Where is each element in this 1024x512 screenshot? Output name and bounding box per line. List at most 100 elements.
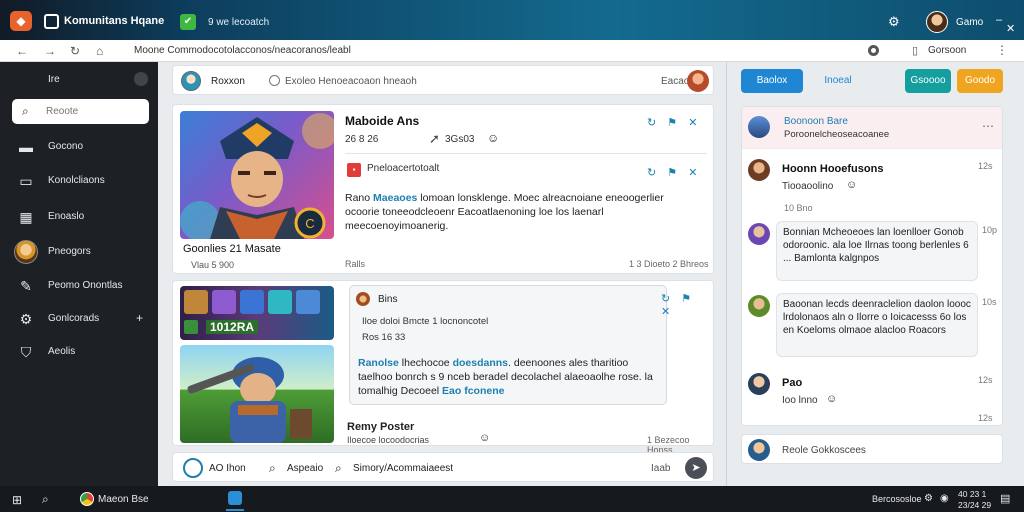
composer-side-label[interactable]: Eacao: [661, 76, 689, 87]
sidebar-item-label: Aeolis: [48, 346, 76, 357]
forward-icon[interactable]: →: [44, 44, 56, 58]
chat-header[interactable]: Boonoon Bare Poroonelcheoseacoanee ⋯: [742, 107, 1002, 149]
quote-meta: Ros 16 33: [362, 332, 406, 343]
post-actions[interactable]: ↻ ⚑ ✕: [647, 116, 701, 129]
composer-label: Roxxon: [211, 76, 245, 87]
game-scene-art[interactable]: [180, 345, 334, 443]
message-time: 12s: [978, 375, 993, 385]
reload-icon[interactable]: ↻: [70, 44, 80, 58]
chat-title: Boonoon Bare: [784, 116, 848, 127]
app-window: ◆ Komunitans Hqane ✔ 9 we lecoatch ⚙ Gam…: [0, 0, 1024, 512]
post-footer[interactable]: Ralls: [345, 259, 365, 269]
user-avatar[interactable]: [926, 11, 948, 33]
badge-icon: ▪: [347, 163, 361, 177]
avatar: [356, 292, 370, 306]
chat-bubble[interactable]: Baoonan lecds deenraclelion daolon loooc…: [776, 293, 978, 357]
emoji-icon: ☺: [826, 393, 838, 405]
home-icon[interactable]: ⌂: [96, 44, 103, 58]
radio-icon[interactable]: [269, 75, 280, 86]
grid-icon: ▦: [19, 209, 33, 225]
app-title: Komunitans Hqane: [64, 15, 165, 27]
art-caption-sub: Vlau 5 900: [191, 260, 235, 270]
sidebar-item-label: Peomo Onontlas: [48, 280, 123, 291]
sidebar-item-home[interactable]: ▬ Gocono: [0, 134, 158, 160]
link-button[interactable]: Inoeal: [813, 69, 863, 93]
user-name[interactable]: Gamo: [956, 17, 983, 28]
sidebar-item-profile[interactable]: Pneogors: [0, 239, 158, 265]
taskbar-app-icon[interactable]: [228, 491, 242, 505]
message-subtitle: Ioo lnno: [782, 395, 818, 406]
avatar[interactable]: [748, 223, 770, 245]
action-label[interactable]: AO Ihon: [209, 463, 246, 474]
sidebar-item-label: Enoaslo: [48, 211, 85, 222]
clock-time[interactable]: 40 23 1: [958, 489, 986, 499]
post-subtitle: Pneloacertotoalt: [367, 163, 440, 174]
emoji-icon[interactable]: ☺: [479, 432, 490, 444]
more-icon[interactable]: ⋯: [982, 119, 994, 133]
post-actions[interactable]: ↻ ⚑ ✕: [647, 166, 701, 179]
taskbar: ⊞ ⌕ Maeon Bse Bercososloe ⚙ ◉ 40 23 1 23…: [0, 486, 1024, 512]
post-actions[interactable]: ↻ ⚑ ✕: [661, 292, 713, 318]
collapse-button[interactable]: [134, 72, 148, 86]
sidebar-item-settings[interactable]: ⚙ Gonlcorads +: [0, 306, 158, 332]
url-field[interactable]: Moone Commodocotolacconos/neacoranos/lea…: [134, 45, 351, 56]
system-tray[interactable]: Bercososloe: [872, 494, 922, 504]
primary-button[interactable]: Baolox: [741, 69, 803, 93]
search-icon[interactable]: ⌕: [335, 461, 342, 476]
avatar[interactable]: [748, 373, 770, 395]
menu-icon[interactable]: ⋮: [996, 43, 1008, 57]
teal-button[interactable]: Gsoooo: [905, 69, 951, 93]
search-icon[interactable]: ⌕: [269, 461, 276, 476]
lock-icon[interactable]: ▯: [912, 44, 918, 57]
search-icon[interactable]: ⌕: [42, 492, 49, 507]
tab-favicon-icon[interactable]: ✔: [180, 14, 196, 30]
sidebar-item-grid[interactable]: ▦ Enoaslo: [0, 204, 158, 230]
clock-date[interactable]: 23/24 29: [958, 500, 991, 510]
chat-input[interactable]: Reole Gokkoscees: [741, 434, 1003, 464]
avatar[interactable]: [748, 295, 770, 317]
action-label[interactable]: Simory/Acommaiaeest: [353, 463, 453, 474]
add-icon[interactable]: +: [136, 311, 143, 325]
sidebar-item-shield[interactable]: ⛉ Aeolis: [0, 339, 158, 365]
chrome-icon[interactable]: [80, 492, 94, 506]
close-icon[interactable]: ✕: [1006, 22, 1015, 35]
search-input[interactable]: [12, 99, 149, 124]
minimize-icon[interactable]: –: [996, 14, 1002, 26]
sidebar-item-chat[interactable]: ▭ Konolcliaons: [0, 168, 158, 194]
chat-input-placeholder[interactable]: Reole Gokkoscees: [782, 445, 866, 456]
sidebar-item-label: Pneogors: [48, 246, 91, 257]
settings-icon[interactable]: ⚙: [888, 14, 900, 30]
send-button[interactable]: ➤: [685, 457, 707, 479]
avatar[interactable]: [748, 159, 770, 181]
game-banner[interactable]: 1012RA: [180, 286, 334, 340]
address-search[interactable]: Gorsoon: [928, 45, 966, 56]
action-label[interactable]: Iaab: [651, 463, 670, 474]
post-card: 1012RA Bins Iloe doloi Bmcte 1 locnoncot…: [172, 280, 714, 455]
sidebar-item-pins[interactable]: ✎ Peomo Onontlas: [0, 273, 158, 299]
share-icon[interactable]: ➚: [429, 131, 440, 147]
chat-bubble[interactable]: Bonnian Mcheoeoes lan loenlloer Gonob od…: [776, 221, 978, 281]
action-label[interactable]: Aspeaio: [287, 463, 323, 474]
orange-button[interactable]: Goodo: [957, 69, 1003, 93]
settings-icon[interactable]: ⚙: [924, 493, 933, 504]
sidebar-item-label: Konolcliaons: [48, 175, 105, 186]
avatar[interactable]: [687, 70, 709, 92]
quoted-post[interactable]: Bins Iloe doloi Bmcte 1 locnoncotel Ros …: [349, 285, 667, 405]
windows-start-icon[interactable]: ⊞: [12, 493, 22, 507]
active-indicator: [226, 509, 244, 511]
record-icon[interactable]: [868, 45, 879, 56]
hero-artwork[interactable]: C: [180, 111, 334, 239]
notification-icon[interactable]: ▤: [1000, 492, 1010, 505]
tab-label[interactable]: 9 we lecoatch: [208, 17, 269, 28]
emoji-icon[interactable]: ☺: [487, 131, 499, 145]
post-composer[interactable]: Roxxon Exoleo Henoeacoaon hneaoh Eacao: [172, 65, 714, 95]
browser-logo-icon[interactable]: ◆: [10, 11, 32, 31]
back-icon[interactable]: ←: [16, 44, 28, 58]
post-stat: 26 8 26: [345, 134, 379, 145]
message-footer: 12s: [978, 413, 993, 423]
composer-input[interactable]: Exoleo Henoeacoaon hneaoh: [285, 76, 417, 87]
avatar: [748, 439, 770, 461]
emoji-icon: ☺: [846, 179, 858, 191]
taskbar-app-label[interactable]: Maeon Bse: [98, 494, 149, 505]
network-icon[interactable]: ◉: [940, 493, 949, 504]
